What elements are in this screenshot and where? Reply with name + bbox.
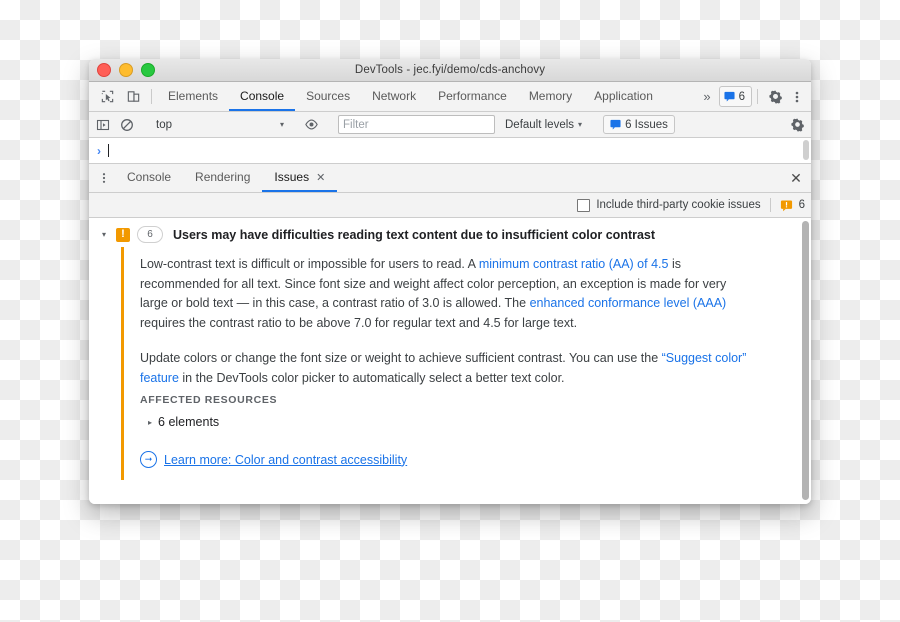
learn-more-link[interactable]: Learn more: Color and contrast accessibi… [164,453,407,467]
console-issues-button[interactable]: 6 Issues [603,115,675,134]
warning-triangle-icon [780,199,793,212]
close-icon[interactable]: ✕ [316,171,325,184]
issues-scrollbar[interactable] [802,221,809,500]
tab-label: Console [240,88,285,103]
execution-context-value: top [156,118,172,131]
gear-icon[interactable] [763,82,787,111]
issues-filter-bar: Include third-party cookie issues 6 [89,193,811,218]
tab-application[interactable]: Application [583,82,664,111]
issues-count: 6 [738,90,745,103]
issue-title: Users may have difficulties reading text… [173,227,656,242]
console-toolbar: top ▾ Filter Default levels ▾ 6 Issues [89,112,811,138]
console-prompt-row[interactable]: › [89,138,811,164]
devtools-main-tabbar: Elements Console Sources Network Perform… [89,82,811,112]
devtools-window: DevTools - jec.fyi/demo/cds-anchovy Elem… [89,59,811,504]
affected-resources-heading: AFFECTED RESOURCES [140,394,278,406]
text-caret [108,144,109,157]
minimum-contrast-ratio-link[interactable]: minimum contrast ratio (AA) of 4.5 [479,257,669,271]
drawer-tab-label: Console [127,170,172,184]
checkbox-label: Include third-party cookie issues [596,199,761,211]
issue-detail-body: Low-contrast text is difficult or imposs… [121,247,811,480]
tabbar-spacer [664,82,695,111]
issues-counter-chip[interactable]: 6 [718,86,752,107]
toolbar-divider-2 [757,89,758,104]
expand-twisty-icon[interactable]: ▸ [148,418,152,427]
chevron-down-icon: ▾ [279,120,284,129]
drawer-tab-console[interactable]: Console [115,164,183,192]
drawer-tab-label: Rendering [195,170,251,184]
drawer-tab-issues[interactable]: Issues ✕ [262,164,338,192]
execution-context-selector[interactable]: top ▾ [150,115,288,135]
console-issues-label: 6 Issues [625,118,668,131]
log-levels-label: Default levels [505,118,575,131]
live-expression-eye-icon[interactable] [299,113,323,137]
warning-count-indicator: 6 [780,199,805,212]
drawer-tabbar: Console Rendering Issues ✕ ✕ [89,164,811,193]
device-toolbar-icon[interactable] [120,82,146,111]
issues-content-pane: ▾ ! 6 Users may have difficulties readin… [89,218,811,504]
inspect-cursor-icon[interactable] [94,82,120,111]
paragraph-2-text-part-2: in the DevTools color picker to automati… [178,370,565,385]
tab-memory[interactable]: Memory [518,82,583,111]
overflow-glyph: » [703,89,711,104]
issues-bar-divider [769,198,771,212]
close-drawer-icon[interactable]: ✕ [781,164,811,192]
close-window-button[interactable] [97,63,111,77]
drawer-tabbar-spacer [337,164,781,192]
log-levels-selector[interactable]: Default levels ▾ [499,119,592,131]
affected-resource-label: 6 elements [158,415,220,429]
paragraph-1-text-part-1: Low-contrast text is difficult or imposs… [140,257,479,271]
checkbox-box[interactable] [577,198,591,212]
console-filter-input[interactable]: Filter [338,115,495,134]
clear-console-icon[interactable] [115,113,139,137]
issue-paragraph-1: Low-contrast text is difficult or imposs… [140,255,757,333]
window-title: DevTools - jec.fyi/demo/cds-anchovy [354,64,546,76]
issue-paragraph-2: Update colors or change the font size or… [140,349,757,388]
tab-console[interactable]: Console [229,82,296,111]
issues-scrollbar-thumb[interactable] [802,221,809,500]
include-third-party-cookie-issues-checkbox[interactable]: Include third-party cookie issues [577,198,761,212]
toolbar-divider [151,89,152,104]
learn-more-row[interactable]: ➞ Learn more: Color and contrast accessi… [140,451,811,468]
traffic-light-buttons [89,63,155,77]
tab-label: Performance [438,88,507,103]
kebab-menu-icon[interactable] [787,82,807,111]
tab-label: Application [594,88,653,103]
affected-resource-item[interactable]: ▸ 6 elements [148,415,811,429]
chevron-down-icon: ▾ [578,120,583,129]
window-titlebar: DevTools - jec.fyi/demo/cds-anchovy [89,59,811,82]
issue-occurrence-count: 6 [137,226,163,243]
minimize-window-button[interactable] [119,63,133,77]
zoom-window-button[interactable] [141,63,155,77]
tab-label: Sources [306,88,351,103]
more-tabs-chevron-icon[interactable]: » [695,82,718,111]
drawer-tab-rendering[interactable]: Rendering [183,164,262,192]
tab-label: Memory [528,88,573,103]
console-sidebar-icon[interactable] [91,113,115,137]
paragraph-1-text-part-3: requires the contrast ratio to be above … [140,315,578,330]
enhanced-conformance-link[interactable]: enhanced conformance level (AAA) [530,296,727,310]
prompt-arrow-icon: › [97,143,101,158]
gear-icon[interactable] [785,113,809,137]
tab-label: Network [372,88,417,103]
kebab-menu-icon[interactable] [93,164,115,192]
tab-elements[interactable]: Elements [157,82,229,111]
issue-flag-icon [724,91,735,102]
arrow-right-circle-icon: ➞ [140,451,157,468]
tab-network[interactable]: Network [361,82,427,111]
issue-header-row[interactable]: ▾ ! 6 Users may have difficulties readin… [89,221,811,247]
console-scrollbar-thumb[interactable] [803,140,809,160]
warning-count-value: 6 [798,199,805,211]
tab-sources[interactable]: Sources [295,82,361,111]
expand-collapse-twisty-icon[interactable]: ▾ [99,230,109,239]
tab-performance[interactable]: Performance [427,82,518,111]
drawer-tab-label: Issues [274,170,310,184]
issue-flag-icon [610,119,621,130]
paragraph-2-text-part-1: Update colors or change the font size or… [140,351,662,365]
warning-exclamation-icon: ! [116,227,130,242]
tab-label: Elements [168,88,219,103]
